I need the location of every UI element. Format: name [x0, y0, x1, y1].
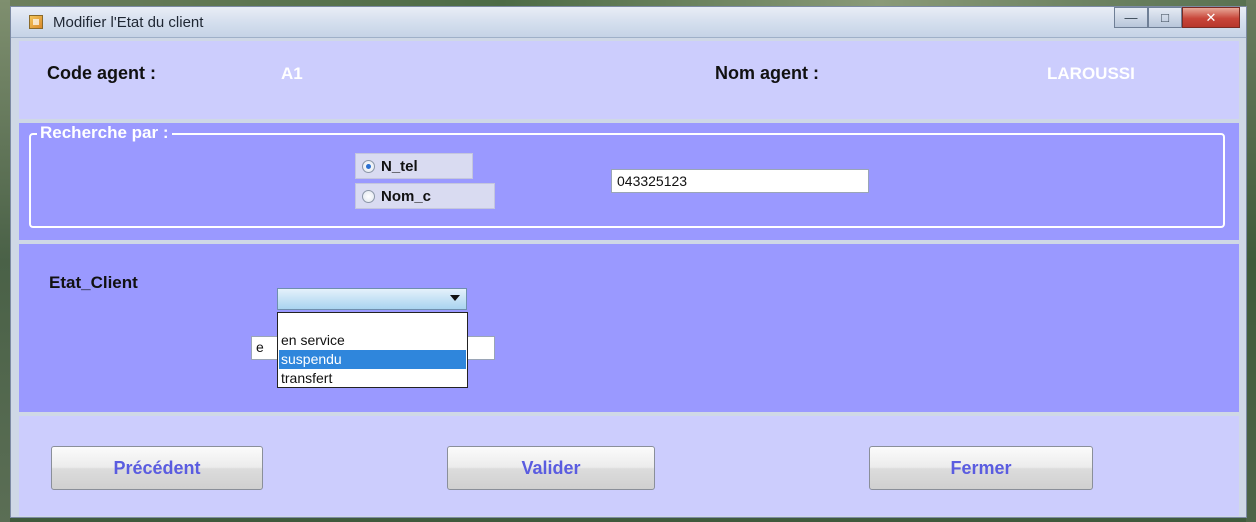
radio-nom-c[interactable]: Nom_c: [355, 183, 495, 209]
maximize-icon: □: [1161, 10, 1169, 25]
desktop-background-left: [0, 0, 10, 522]
agent-info-panel: Code agent : A1 Nom agent : LAROUSSI: [19, 41, 1239, 119]
actions-panel: Précédent Valider Fermer: [19, 416, 1239, 516]
minimize-icon: —: [1124, 10, 1138, 25]
code-agent-value: A1: [281, 64, 303, 83]
etat-client-dropdown-list: en service suspendu transfert: [277, 312, 468, 388]
radio-selected-icon: [362, 159, 375, 173]
code-agent-label: Code agent :: [47, 63, 157, 83]
etat-client-panel: Etat_Client e en service suspendu transf…: [19, 244, 1239, 412]
radio-nom-c-label: Nom_c: [381, 187, 432, 205]
option-transfert[interactable]: transfert: [279, 369, 466, 388]
dialog-window: Modifier l'Etat du client — □ ✕ Code age…: [10, 6, 1247, 518]
option-en-service[interactable]: en service: [279, 331, 466, 350]
window-controls: — □ ✕: [1114, 7, 1240, 29]
close-window-button[interactable]: ✕: [1182, 7, 1240, 28]
window-title: Modifier l'Etat du client: [53, 14, 204, 31]
nom-agent-value: LAROUSSI: [1047, 64, 1135, 83]
validate-button[interactable]: Valider: [447, 446, 655, 490]
close-icon: ✕: [1205, 10, 1217, 25]
minimize-button[interactable]: —: [1114, 7, 1148, 28]
previous-button[interactable]: Précédent: [51, 446, 263, 490]
option-suspendu[interactable]: suspendu: [279, 350, 466, 369]
etat-client-combobox[interactable]: [277, 288, 467, 310]
search-group: Recherche par : N_tel Nom_c 043325123: [29, 123, 1225, 228]
radio-unselected-icon: [362, 189, 375, 203]
maximize-button[interactable]: □: [1148, 7, 1182, 28]
etat-client-label: Etat_Client: [49, 273, 138, 292]
search-input[interactable]: 043325123: [611, 169, 869, 193]
radio-n-tel[interactable]: N_tel: [355, 153, 473, 179]
title-bar[interactable]: Modifier l'Etat du client — □ ✕: [11, 7, 1246, 38]
radio-n-tel-label: N_tel: [381, 157, 418, 175]
close-button[interactable]: Fermer: [869, 446, 1093, 490]
search-group-legend: Recherche par :: [37, 123, 172, 143]
java-app-icon: [29, 15, 43, 29]
search-panel: Recherche par : N_tel Nom_c 043325123: [19, 123, 1239, 240]
chevron-down-icon[interactable]: [450, 295, 460, 301]
desktop-background-right: [1246, 0, 1256, 522]
nom-agent-label: Nom agent :: [715, 63, 820, 83]
